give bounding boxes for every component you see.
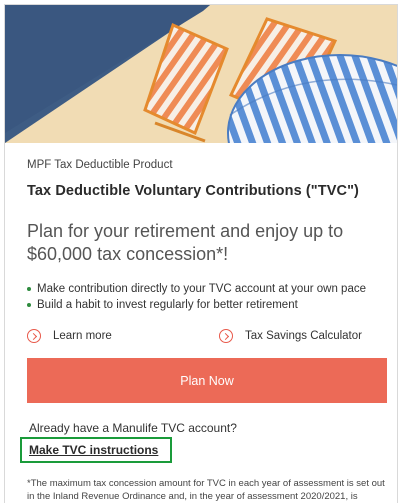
chevron-right-circle-icon [27, 329, 41, 343]
footnote: *The maximum tax concession amount for T… [27, 478, 385, 502]
product-tagline: Plan for your retirement and enjoy up to… [27, 221, 344, 264]
bullet-dot-icon [27, 287, 31, 291]
beach-scene-image [5, 5, 397, 143]
hero-banner [5, 5, 397, 143]
product-category: MPF Tax Deductible Product [27, 159, 173, 171]
product-title: Tax Deductible Voluntary Contributions (… [27, 183, 359, 199]
tax-savings-calculator-link[interactable]: Tax Savings Calculator [219, 327, 362, 345]
learn-more-label: Learn more [53, 330, 112, 342]
feature-text: Make contribution directly to your TVC a… [37, 283, 366, 295]
calculator-label: Tax Savings Calculator [245, 330, 362, 342]
plan-now-button[interactable]: Plan Now [27, 358, 387, 403]
list-item: Build a habit to invest regularly for be… [27, 297, 366, 313]
bullet-dot-icon [27, 303, 31, 307]
existing-account-prompt: Already have a Manulife TVC account? [29, 421, 237, 435]
chevron-right-circle-icon [219, 329, 233, 343]
make-tvc-instructions-link[interactable]: Make TVC instructions [29, 443, 158, 457]
product-card: MPF Tax Deductible Product Tax Deductibl… [4, 4, 398, 503]
feature-list: Make contribution directly to your TVC a… [27, 281, 366, 313]
learn-more-link[interactable]: Learn more [27, 327, 112, 345]
list-item: Make contribution directly to your TVC a… [27, 281, 366, 297]
feature-text: Build a habit to invest regularly for be… [37, 299, 298, 311]
